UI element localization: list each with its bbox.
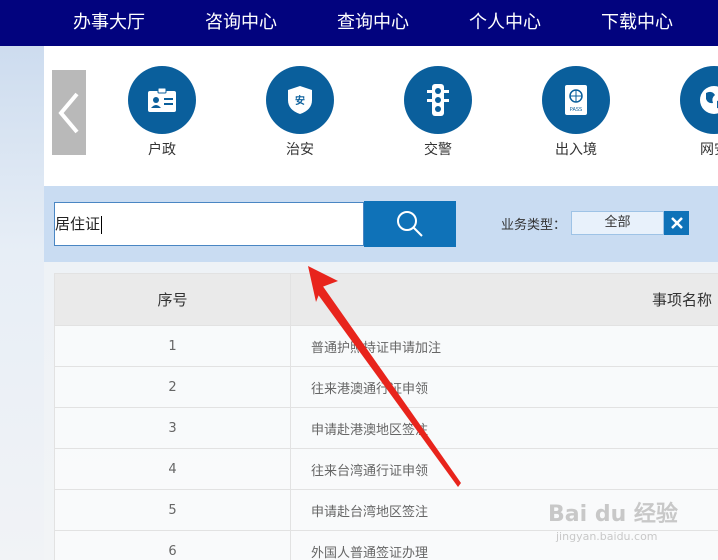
business-type-label: 业务类型： xyxy=(501,218,567,233)
category-household[interactable]: 户政 xyxy=(127,66,197,159)
row-item-link[interactable]: 普通护照持证申请加注 xyxy=(290,325,718,367)
nav-item-service-hall[interactable]: 办事大厅 xyxy=(73,0,145,46)
chevron-left-icon xyxy=(58,92,79,134)
table-row[interactable]: 2 往来港澳通行证申领 xyxy=(54,366,718,408)
row-item-link[interactable]: 申请赴港澳地区签注 xyxy=(290,407,718,449)
business-type-select[interactable]: 全部 xyxy=(571,211,664,235)
text-caret xyxy=(101,215,103,234)
row-item-link[interactable]: 往来港澳通行证申领 xyxy=(290,366,718,408)
category-label: 交警 xyxy=(424,142,452,158)
globe-icon xyxy=(680,66,718,134)
category-public-security[interactable]: 安 治安 xyxy=(265,66,335,159)
search-bar: 居住证 业务类型： 全部 xyxy=(44,186,718,262)
shield-icon: 安 xyxy=(266,66,334,134)
watermark-url: jingyan.baidu.com xyxy=(556,530,658,543)
category-label: 网安 xyxy=(700,142,718,158)
search-icon xyxy=(397,211,423,237)
watermark-text: Bai du 经验 xyxy=(548,502,678,527)
nav-item-download-center[interactable]: 下载中心 xyxy=(601,0,673,46)
row-item-link[interactable]: 往来台湾通行证申领 xyxy=(290,448,718,490)
category-label: 出入境 xyxy=(555,142,597,158)
category-traffic-police[interactable]: 交警 xyxy=(403,66,473,159)
close-icon xyxy=(670,217,683,229)
search-input-value: 居住证 xyxy=(55,215,101,233)
svg-text:安: 安 xyxy=(295,94,305,107)
nav-item-query-center[interactable]: 查询中心 xyxy=(337,0,409,46)
nav-item-personal-center[interactable]: 个人中心 xyxy=(469,0,541,46)
row-number: 2 xyxy=(54,366,291,408)
table-header-row: 序号 事项名称 xyxy=(54,273,718,326)
clear-filter-button[interactable] xyxy=(664,211,689,235)
category-panel: 户政 安 治安 交警 PASS 出入境 网 xyxy=(44,46,718,186)
row-number: 3 xyxy=(54,407,291,449)
column-header-number: 序号 xyxy=(54,273,291,326)
row-number: 1 xyxy=(54,325,291,367)
column-header-item-name: 事项名称 xyxy=(290,273,718,326)
svg-text:PASS: PASS xyxy=(570,107,582,113)
table-row[interactable]: 1 普通护照持证申请加注 xyxy=(54,325,718,367)
passport-icon: PASS xyxy=(542,66,610,134)
category-label: 户政 xyxy=(148,142,176,158)
category-label: 治安 xyxy=(286,142,314,158)
id-card-icon xyxy=(128,66,196,134)
top-nav: 办事大厅 咨询中心 查询中心 个人中心 下载中心 xyxy=(0,0,718,46)
search-input[interactable]: 居住证 xyxy=(54,202,364,246)
category-network-security[interactable]: 网安 xyxy=(679,66,718,159)
nav-item-consult-center[interactable]: 咨询中心 xyxy=(205,0,277,46)
table-row[interactable]: 4 往来台湾通行证申领 xyxy=(54,448,718,490)
category-exit-entry[interactable]: PASS 出入境 xyxy=(541,66,611,159)
search-button[interactable] xyxy=(364,201,456,247)
table-row[interactable]: 3 申请赴港澳地区签注 xyxy=(54,407,718,449)
watermark: Bai du 经验 jingyan.baidu.com xyxy=(548,496,678,543)
left-background-strip xyxy=(0,46,44,560)
row-number: 5 xyxy=(54,489,291,531)
carousel-prev-button[interactable] xyxy=(52,70,86,155)
traffic-light-icon xyxy=(404,66,472,134)
row-number: 6 xyxy=(54,530,291,560)
row-number: 4 xyxy=(54,448,291,490)
